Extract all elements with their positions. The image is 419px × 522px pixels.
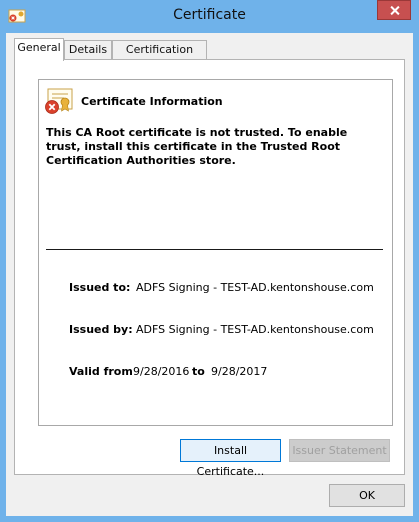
tab-certification-path[interactable]: Certification Path <box>112 40 207 74</box>
trust-warning-text: This CA Root certificate is not trusted.… <box>46 126 348 167</box>
tab-general[interactable]: General <box>14 38 64 61</box>
window-title: Certificate <box>173 7 246 23</box>
tab-details[interactable]: Details <box>64 40 112 60</box>
info-title: Certificate Information <box>81 95 223 108</box>
untrusted-certificate-icon <box>45 88 73 114</box>
ok-button[interactable]: OK <box>329 484 405 507</box>
title-bar[interactable]: Certificate <box>0 0 419 33</box>
dialog-body: General Details Certification Path Certi… <box>6 33 413 516</box>
issued-to-value: ADFS Signing - TEST-AD.kentonshouse.com <box>136 281 374 294</box>
valid-from-label: Valid from <box>69 365 133 378</box>
certificate-info-box: Certificate Information This CA Root cer… <box>38 79 393 426</box>
valid-to-value: 9/28/2017 <box>211 365 268 378</box>
issued-by-value: ADFS Signing - TEST-AD.kentonshouse.com <box>136 323 374 336</box>
install-certificate-button[interactable]: Install Certificate... <box>180 439 281 478</box>
issued-to-label: Issued to: <box>69 281 131 294</box>
general-tab-panel: Certificate Information This CA Root cer… <box>14 59 405 478</box>
close-button[interactable] <box>377 0 411 20</box>
valid-from-value: 9/28/2016 <box>133 365 190 378</box>
issuer-statement-button[interactable]: Issuer Statement <box>289 439 390 462</box>
divider <box>46 249 383 250</box>
valid-to-label: to <box>192 365 205 378</box>
issued-by-label: Issued by: <box>69 323 133 336</box>
certificate-dialog: Certificate General Details Certificatio… <box>0 0 419 522</box>
